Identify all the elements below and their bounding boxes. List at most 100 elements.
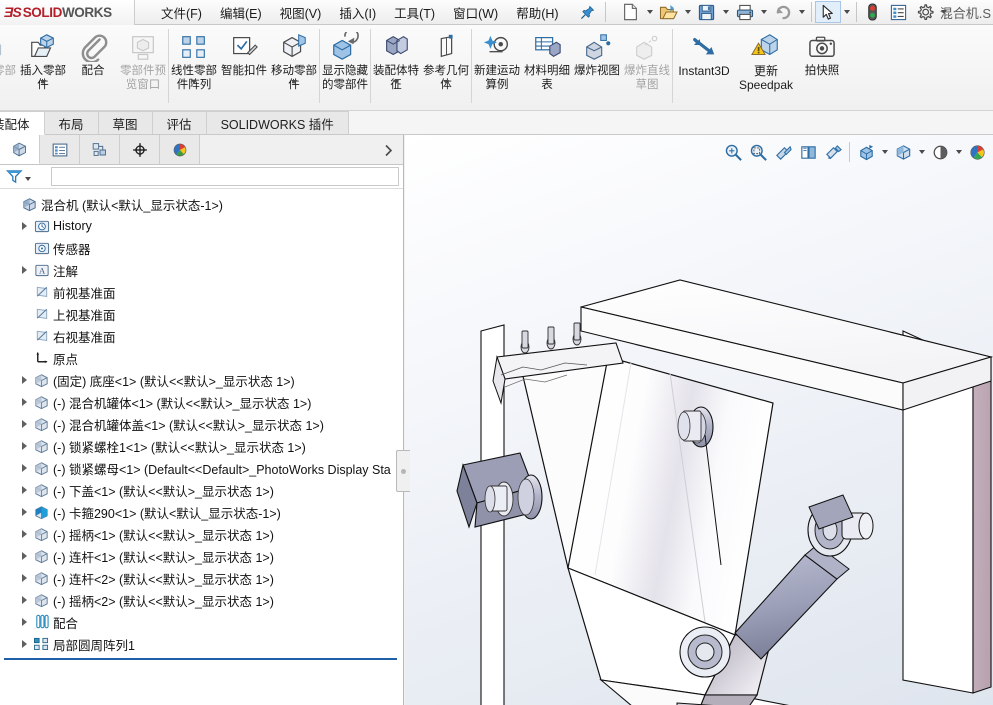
zoom-to-fit-button[interactable] <box>721 139 745 165</box>
search-input[interactable] <box>51 167 399 186</box>
ribbon-take-snapshot[interactable]: 拍快照 <box>797 25 847 101</box>
tree-item-local-circular-pattern-1[interactable]: 局部圆周阵列1 <box>0 633 403 655</box>
chevron-down-icon[interactable] <box>879 139 890 165</box>
panel-tab-configuration-manager[interactable] <box>80 135 120 164</box>
chevron-down-icon[interactable] <box>758 1 770 23</box>
tree-item-clamp-290[interactable]: (-) 卡箍290<1> (默认<默认_显示状态-1>) <box>0 501 403 523</box>
tree-item-sensors[interactable]: 传感器 <box>0 237 403 259</box>
chevron-down-icon[interactable] <box>682 1 694 23</box>
ribbon-linear-component-pattern[interactable]: 线性零部件阵列 <box>169 25 219 101</box>
chevron-down-icon[interactable] <box>291 80 297 98</box>
tree-item-base[interactable]: (固定) 底座<1> (默认<<默认>_显示状态 1>) <box>0 369 403 391</box>
expand-arrow-icon[interactable] <box>16 640 32 648</box>
panel-tab-display-manager[interactable] <box>160 135 200 164</box>
feature-tree-rollback-bar[interactable] <box>4 658 397 660</box>
expand-arrow-icon[interactable] <box>16 508 32 516</box>
expand-arrow-icon[interactable] <box>16 420 32 428</box>
tree-item-front-plane[interactable]: 前视基准面 <box>0 281 403 303</box>
ribbon-show-hidden-components[interactable]: 显示隐藏的零部件 <box>320 25 370 101</box>
tree-item-top-plane[interactable]: 上视基准面 <box>0 303 403 325</box>
undo-button[interactable] <box>770 1 796 23</box>
ribbon-smart-fasteners[interactable]: 智能扣件 <box>219 25 269 101</box>
menu-window[interactable]: 窗口(W) <box>445 0 506 25</box>
chevron-down-icon[interactable] <box>916 139 927 165</box>
panel-tab-dimxpert-manager[interactable] <box>120 135 160 164</box>
menu-help[interactable]: 帮助(H) <box>508 0 566 25</box>
tab-evaluate[interactable]: 评估 <box>151 111 207 134</box>
apply-scene-button[interactable] <box>928 139 952 165</box>
expand-arrow-icon[interactable] <box>16 596 32 604</box>
new-document-button[interactable] <box>618 1 644 23</box>
tree-item-annotations[interactable]: A 注解 <box>0 259 403 281</box>
chevron-down-icon[interactable] <box>443 80 449 98</box>
panel-tab-feature-manager[interactable] <box>0 135 40 164</box>
expand-arrow-icon[interactable] <box>16 442 32 450</box>
expand-arrow-icon[interactable] <box>16 266 32 274</box>
tree-row[interactable]: 混合机 (默认<默认_显示状态-1>) <box>0 193 403 215</box>
graphics-viewport[interactable] <box>405 135 993 705</box>
tab-assembly[interactable]: 装配体 <box>0 111 45 135</box>
expand-arrow-icon[interactable] <box>16 530 32 538</box>
tree-item-link-2[interactable]: (-) 连杆<2> (默认<<默认>_显示状态 1>) <box>0 567 403 589</box>
panel-splitter-handle[interactable] <box>396 450 410 492</box>
tab-sketch[interactable]: 草图 <box>97 111 153 134</box>
view-settings-button[interactable] <box>821 139 845 165</box>
tree-item-mixer-tank[interactable]: (-) 混合机罐体<1> (默认<<默认>_显示状态 1>) <box>0 391 403 413</box>
tree-item-lock-bolt[interactable]: (-) 锁紧螺栓1<1> (默认<<默认>_显示状态 1>) <box>0 435 403 457</box>
tree-item-mates[interactable]: 配合 <box>0 611 403 633</box>
menu-file[interactable]: 文件(F) <box>153 0 210 25</box>
chevron-right-icon[interactable] <box>380 135 397 165</box>
view-orientation-button[interactable] <box>796 139 820 165</box>
section-view-button[interactable] <box>771 139 795 165</box>
chevron-down-icon[interactable] <box>40 80 46 98</box>
tree-item-lock-nut[interactable]: (-) 锁紧螺母<1> (Default<<Default>_PhotoWork… <box>0 457 403 479</box>
chevron-down-icon[interactable] <box>644 1 656 23</box>
print-button[interactable] <box>732 1 758 23</box>
ribbon-new-motion-study[interactable]: 新建运动算例 <box>472 25 522 101</box>
tree-item-crank-1[interactable]: (-) 摇柄<1> (默认<<默认>_显示状态 1>) <box>0 523 403 545</box>
expand-arrow-icon[interactable] <box>16 376 32 384</box>
tree-item-right-plane[interactable]: 右视基准面 <box>0 325 403 347</box>
ribbon-bill-of-materials[interactable]: 材料明细表 <box>522 25 572 101</box>
tree-item-history[interactable]: History <box>0 215 403 237</box>
zoom-to-area-button[interactable] <box>746 139 770 165</box>
expand-arrow-icon[interactable] <box>16 552 32 560</box>
chevron-down-icon[interactable] <box>953 139 964 165</box>
select-button[interactable] <box>814 1 841 23</box>
pushpin-icon[interactable] <box>577 2 599 22</box>
menu-insert[interactable]: 插入(I) <box>331 0 384 25</box>
expand-arrow-icon[interactable] <box>16 222 32 230</box>
menu-tools[interactable]: 工具(T) <box>386 0 443 25</box>
expand-arrow-icon[interactable] <box>16 486 32 494</box>
tree-item-mixer-tank-lid[interactable]: (-) 混合机罐体盖<1> (默认<<默认>_显示状态 1>) <box>0 413 403 435</box>
expand-arrow-icon[interactable] <box>16 398 32 406</box>
chevron-down-icon[interactable] <box>720 1 732 23</box>
ribbon-update-speedpak[interactable]: 更新 Speedpak <box>735 25 797 101</box>
panel-tab-property-manager[interactable] <box>40 135 80 164</box>
open-document-button[interactable] <box>656 1 682 23</box>
tab-solidworks-addins[interactable]: SOLIDWORKS 插件 <box>205 111 349 134</box>
tree-item-crank-2[interactable]: (-) 摇柄<2> (默认<<默认>_显示状态 1>) <box>0 589 403 611</box>
rebuild-button[interactable] <box>860 1 886 23</box>
ribbon-assembly-features[interactable]: 装配体特征 <box>371 25 421 101</box>
tab-layout[interactable]: 布局 <box>43 111 99 134</box>
tree-item-lower-cover[interactable]: (-) 下盖<1> (默认<<默认>_显示状态 1>) <box>0 479 403 501</box>
expand-arrow-icon[interactable] <box>16 464 32 472</box>
tree-item-origin[interactable]: 原点 <box>0 347 403 369</box>
chevron-down-icon[interactable] <box>191 80 197 98</box>
tree-item-link-1[interactable]: (-) 连杆<1> (默认<<默认>_显示状态 1>) <box>0 545 403 567</box>
ribbon-exploded-view[interactable]: 爆炸视图 <box>572 25 622 101</box>
ribbon-mate[interactable]: 配合 <box>68 25 118 101</box>
ribbon-reference-geometry[interactable]: 参考几何体 <box>421 25 471 101</box>
filter-funnel-icon[interactable] <box>6 169 31 184</box>
ribbon-move-component[interactable]: 移动零部件 <box>269 25 319 101</box>
menu-view[interactable]: 视图(V) <box>272 0 330 25</box>
options-button[interactable] <box>912 1 938 23</box>
save-button[interactable] <box>694 1 720 23</box>
hide-show-items-button[interactable] <box>854 139 878 165</box>
display-style-button[interactable] <box>891 139 915 165</box>
chevron-down-icon[interactable] <box>393 80 399 98</box>
expand-arrow-icon[interactable] <box>16 574 32 582</box>
file-properties-button[interactable] <box>886 1 912 23</box>
ribbon-instant3d[interactable]: Instant3D <box>673 25 735 101</box>
